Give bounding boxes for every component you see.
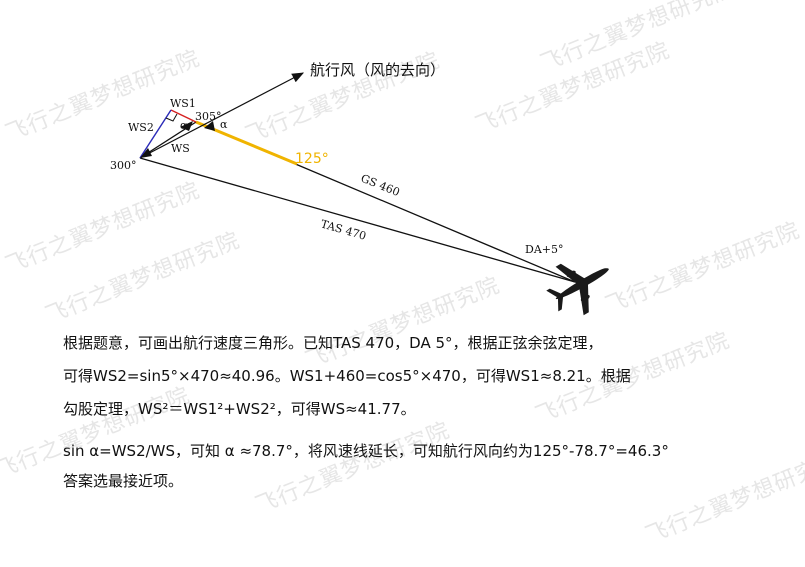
heading-305-label: 305° [195,110,222,123]
ws2-vector [139,109,172,159]
alpha-label-left: α [180,119,188,132]
ws1-label: WS1 [170,97,196,110]
explanation-line-4: sin α=WS2/WS，可知 α ≈78.7°，将风速线延长，可知航行风向约为… [63,442,669,460]
ws-label: WS [171,142,190,155]
explanation-line-3: 勾股定理，WS²＝WS1²+WS2²，可得WS≈41.77。 [63,400,416,418]
ws2-label: WS2 [128,121,154,134]
explanation-line-1: 根据题意，可画出航行速度三角形。已知TAS 470，DA 5°，根据正弦余弦定理… [63,334,603,352]
tas-line [139,157,576,283]
wind-direction-arrow [139,72,305,159]
gs-label: GS 460 [359,172,402,199]
heading-125-label: 125° [295,151,329,167]
explanation-line-2: 可得WS2=sin5°×470≈40.96。WS1+460=cos5°×470，… [63,367,631,385]
da-label: DA+5° [525,243,563,256]
explanation-line-5: 答案选最接近项。 [63,472,184,490]
wind-direction-label: 航行风（风的去向） [310,61,445,79]
aircraft-icon [546,263,609,316]
heading-300-label: 300° [110,159,137,172]
